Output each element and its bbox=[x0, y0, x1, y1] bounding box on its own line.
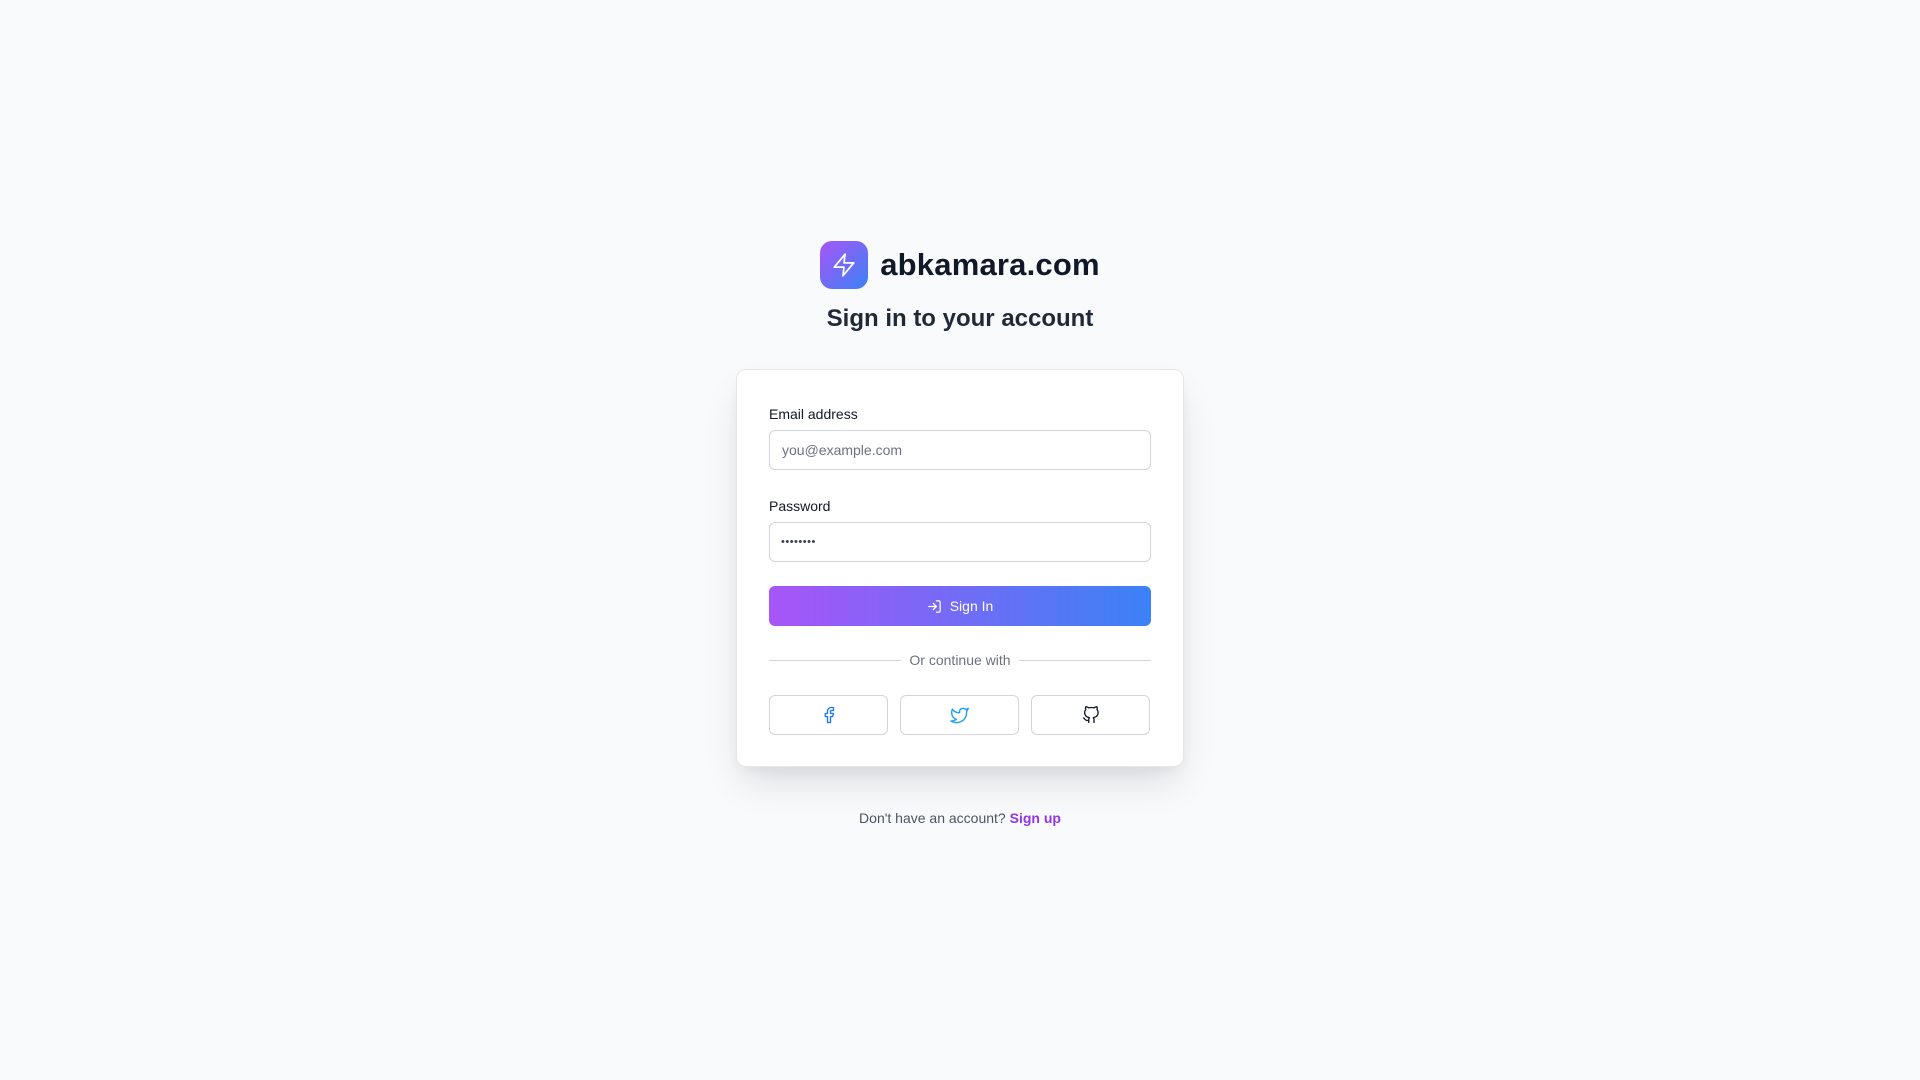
signup-prompt: Don't have an account? Sign up bbox=[0, 810, 1920, 826]
divider-text: Or continue with bbox=[909, 652, 1011, 668]
facebook-login-button[interactable] bbox=[769, 695, 888, 735]
facebook-icon bbox=[824, 706, 834, 724]
divider-line-right bbox=[1018, 659, 1152, 661]
lightning-bolt-icon bbox=[833, 253, 855, 277]
brand-name: abkamara.com bbox=[880, 247, 1100, 282]
divider-line-left bbox=[769, 659, 902, 661]
log-in-icon bbox=[927, 599, 941, 613]
sign-up-link[interactable]: Sign up bbox=[1010, 810, 1061, 826]
sign-in-button[interactable]: Sign In bbox=[769, 586, 1151, 626]
signin-card: Email address Password •••••••• Sign In … bbox=[736, 369, 1184, 767]
logo bbox=[820, 241, 869, 289]
signin-page: abkamara.com Sign in to your account Ema… bbox=[0, 0, 1920, 1080]
page-title: Sign in to your account bbox=[826, 305, 1094, 332]
twitter-login-button[interactable] bbox=[900, 695, 1019, 735]
github-icon bbox=[1082, 706, 1099, 724]
password-input[interactable] bbox=[769, 522, 1151, 562]
github-login-button[interactable] bbox=[1031, 695, 1150, 735]
email-label: Email address bbox=[769, 406, 858, 422]
twitter-icon bbox=[950, 707, 969, 723]
brand-header: abkamara.com bbox=[0, 241, 1920, 289]
email-input[interactable] bbox=[769, 430, 1151, 470]
password-label: Password bbox=[769, 498, 831, 514]
sign-in-label: Sign In bbox=[949, 598, 994, 614]
divider: Or continue with bbox=[769, 650, 1152, 670]
signup-prompt-text: Don't have an account? bbox=[859, 810, 1006, 826]
